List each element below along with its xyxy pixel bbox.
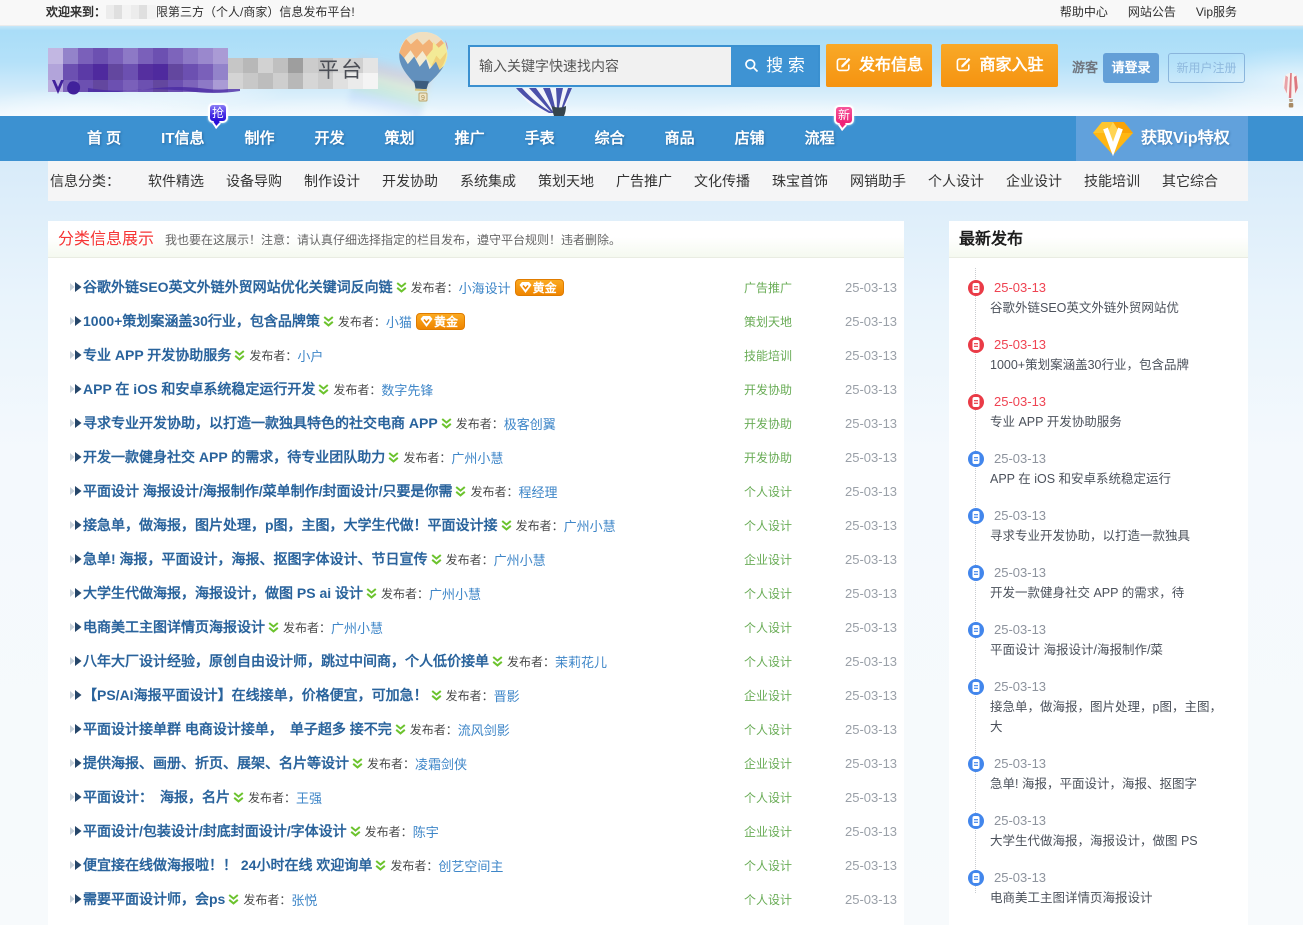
svg-text:9: 9 <box>421 95 425 102</box>
